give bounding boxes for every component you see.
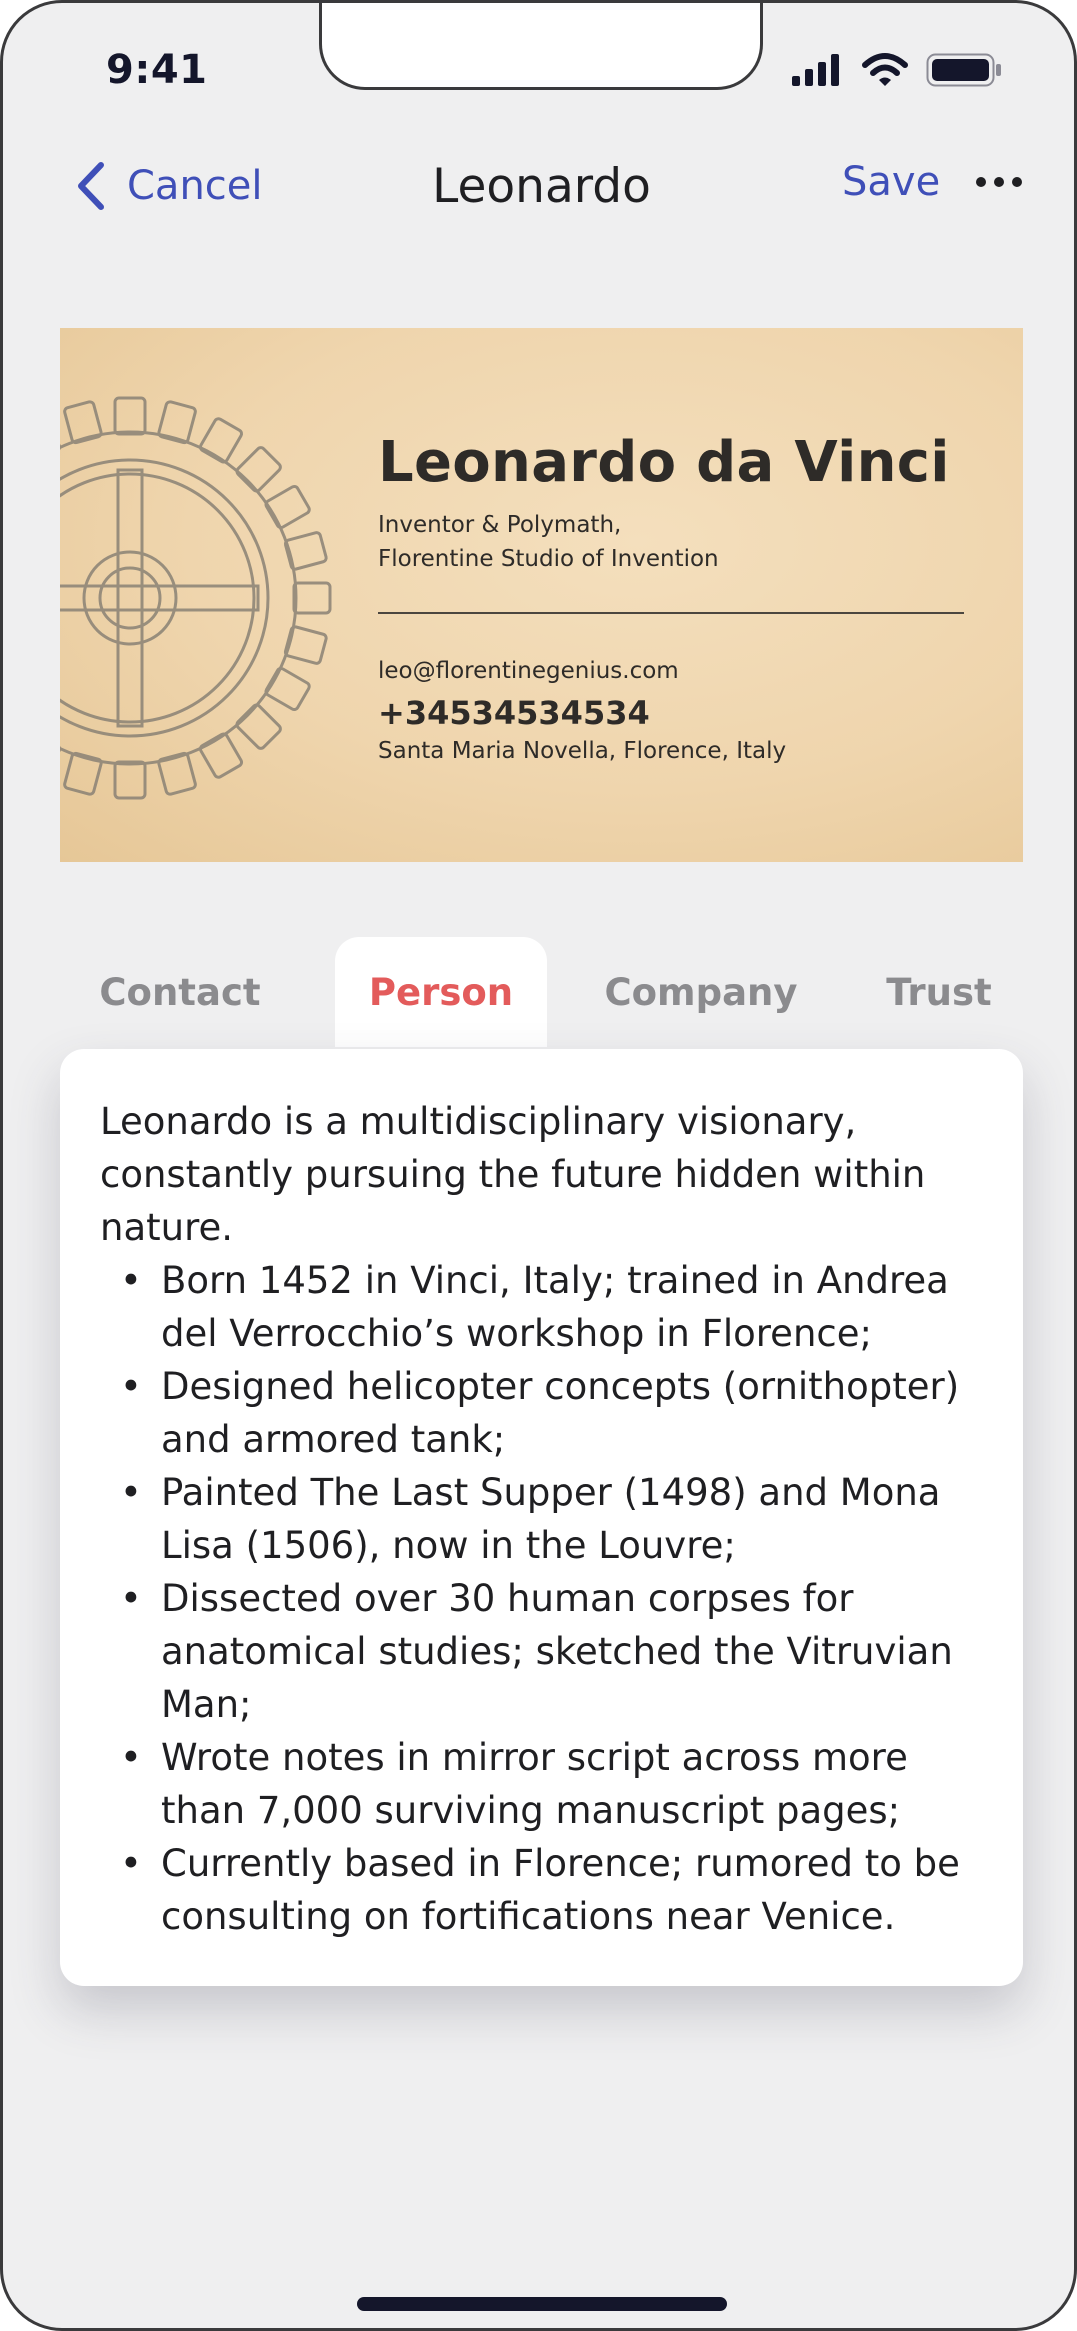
tab-company[interactable]: Company	[583, 937, 819, 1047]
list-item: Painted The Last Supper (1498) and Mona …	[100, 1466, 983, 1572]
notch	[319, 3, 763, 90]
gear-sketch-icon	[60, 396, 332, 800]
cancel-label: Cancel	[127, 163, 263, 209]
card-divider	[378, 612, 964, 614]
list-item: Dissected over 30 human corpses for anat…	[100, 1572, 983, 1731]
card-role-line2: Florentine Studio of Invention	[378, 546, 719, 572]
signal-icon	[792, 54, 839, 86]
card-phone: +34534534534	[378, 694, 650, 732]
tab-contact[interactable]: Contact	[60, 937, 300, 1047]
person-intro: Leonardo is a multidisciplinary visionar…	[100, 1100, 926, 1249]
card-role-line1: Inventor & Polymath,	[378, 512, 622, 538]
wifi-icon	[862, 53, 908, 86]
card-email: leo@florentinegenius.com	[378, 658, 679, 684]
status-icons	[792, 53, 1002, 87]
list-item: Designed helicopter concepts (ornithopte…	[100, 1360, 983, 1466]
home-indicator[interactable]	[357, 2297, 727, 2311]
battery-icon	[926, 53, 1001, 87]
person-facts-list: Born 1452 in Vinci, Italy; trained in An…	[100, 1254, 983, 1943]
tab-person[interactable]: Person	[335, 937, 547, 1047]
save-button[interactable]: Save	[842, 159, 940, 205]
status-time: 9:41	[106, 47, 208, 93]
more-icon[interactable]	[976, 177, 1022, 187]
list-item: Currently based in Florence; rumored to …	[100, 1837, 983, 1943]
cancel-button[interactable]: Cancel	[75, 161, 263, 211]
list-item: Wrote notes in mirror script across more…	[100, 1731, 983, 1837]
card-address: Santa Maria Novella, Florence, Italy	[378, 738, 787, 764]
list-item: Born 1452 in Vinci, Italy; trained in An…	[100, 1254, 983, 1360]
card-role: Inventor & Polymath, Florentine Studio o…	[378, 508, 719, 576]
card-name: Leonardo da Vinci	[378, 430, 950, 495]
tab-trust[interactable]: Trust	[855, 937, 1023, 1047]
phone-screen: 9:41 Leonardo Cancel Save Leonardo da Vi…	[0, 0, 1077, 2331]
person-panel: Leonardo is a multidisciplinary visionar…	[60, 1049, 1023, 1986]
chevron-left-icon	[78, 162, 104, 210]
business-card-image: Leonardo da Vinci Inventor & Polymath, F…	[60, 328, 1023, 862]
